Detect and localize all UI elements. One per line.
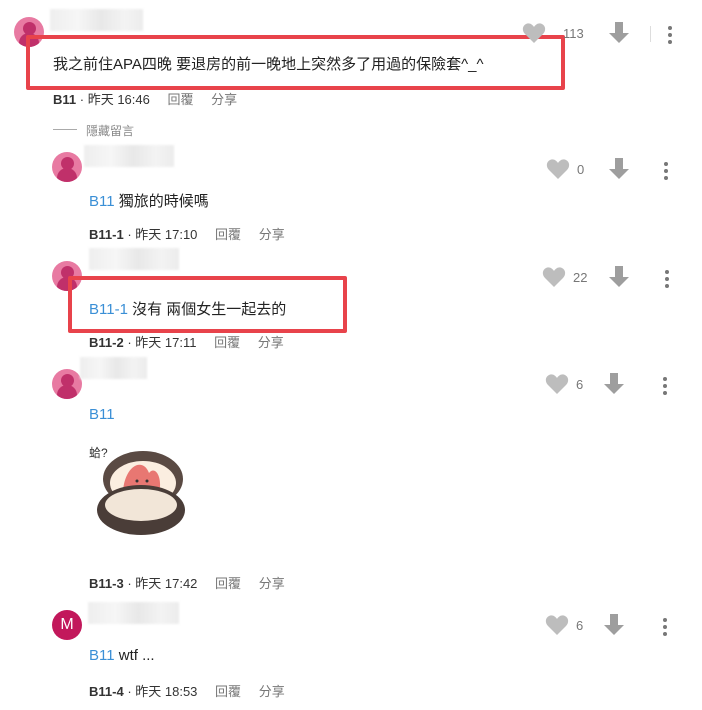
comment-text: B11 獨旅的時候嗎 <box>89 193 209 210</box>
thumbs-down-icon[interactable] <box>608 266 630 288</box>
highlight-box <box>26 35 565 90</box>
floor-label: B11-4 <box>89 684 124 699</box>
share-link[interactable]: 分享 <box>259 227 285 242</box>
username-blurred[interactable] <box>88 602 179 624</box>
share-link[interactable]: 分享 <box>211 92 237 107</box>
reply-link[interactable]: 回覆 <box>167 92 193 107</box>
comment-actions: 22 <box>542 266 702 290</box>
like-count: 0 <box>577 162 585 177</box>
user-avatar-icon[interactable]: M <box>52 610 82 640</box>
comment-actions: 113 <box>522 22 702 46</box>
like-count: 113 <box>563 26 584 41</box>
divider <box>650 26 651 42</box>
timestamp: 昨天 18:53 <box>135 684 198 699</box>
username-blurred[interactable] <box>80 357 147 379</box>
reply-tag[interactable]: B11 <box>89 406 115 423</box>
reply-link[interactable]: 回覆 <box>215 227 241 242</box>
thumbs-down-icon[interactable] <box>608 158 630 180</box>
share-link[interactable]: 分享 <box>259 576 285 591</box>
like-count: 6 <box>576 377 584 392</box>
more-vert-icon[interactable] <box>663 162 669 180</box>
share-link[interactable]: 分享 <box>258 335 284 350</box>
reply-tag[interactable]: B11 <box>89 193 115 210</box>
sticker-text: 蛤? <box>89 446 108 460</box>
thumbs-down-icon[interactable] <box>603 373 625 395</box>
timestamp: 昨天 17:11 <box>135 335 197 350</box>
comment-b11: 我之前住APA四晚 要退房的前一晚地上突然多了用過的保險套^_^ B11 · 昨… <box>0 0 702 110</box>
comment-meta: B11-2 · 昨天 17:11 回覆 分享 <box>89 335 284 350</box>
comment-meta: B11-3 · 昨天 17:42 回覆 分享 <box>89 576 285 591</box>
comment-actions: 6 <box>545 373 702 397</box>
user-avatar-icon[interactable] <box>52 369 82 399</box>
heart-icon[interactable] <box>522 22 546 44</box>
heart-icon[interactable] <box>545 373 569 395</box>
user-avatar-icon[interactable] <box>52 152 82 182</box>
thumbs-down-icon[interactable] <box>603 614 625 636</box>
heart-icon[interactable] <box>542 266 566 288</box>
more-vert-icon[interactable] <box>662 377 668 395</box>
heart-icon[interactable] <box>546 158 570 180</box>
timestamp: 昨天 17:10 <box>135 227 198 242</box>
reply-tag[interactable]: B11 <box>89 647 115 664</box>
more-vert-icon[interactable] <box>662 618 668 636</box>
like-count: 22 <box>573 270 588 285</box>
share-link[interactable]: 分享 <box>259 684 285 699</box>
floor-label: B11-1 <box>89 227 124 242</box>
hidden-divider <box>53 129 77 130</box>
username-blurred[interactable] <box>84 145 174 167</box>
highlight-box <box>68 276 347 333</box>
timestamp: 昨天 16:46 <box>87 92 150 107</box>
comment-meta: B11-1 · 昨天 17:10 回覆 分享 <box>89 227 285 242</box>
comment-meta: B11 · 昨天 16:46 回覆 分享 <box>53 92 238 107</box>
comment-text: B11 <box>89 406 115 423</box>
thumbs-down-icon[interactable] <box>608 22 630 44</box>
clam-sticker: 蛤? <box>89 446 185 535</box>
timestamp: 昨天 17:42 <box>135 576 198 591</box>
reply-link[interactable]: 回覆 <box>215 576 241 591</box>
comment-actions: 6 <box>545 614 702 638</box>
username-blurred[interactable] <box>50 9 143 31</box>
hidden-comments-label[interactable]: 隱藏留言 <box>86 122 134 139</box>
reply-link[interactable]: 回覆 <box>215 684 241 699</box>
comment-meta: B11-4 · 昨天 18:53 回覆 分享 <box>89 684 285 699</box>
floor-label: B11 <box>53 92 77 107</box>
comment-actions: 0 <box>546 158 702 182</box>
heart-icon[interactable] <box>545 614 569 636</box>
floor-label: B11-2 <box>89 335 124 350</box>
reply-link[interactable]: 回覆 <box>214 335 240 350</box>
like-count: 6 <box>576 618 584 633</box>
floor-label: B11-3 <box>89 576 124 591</box>
username-blurred[interactable] <box>89 248 179 270</box>
more-vert-icon[interactable] <box>664 270 670 288</box>
comment-text: B11 wtf ... <box>89 647 155 664</box>
more-vert-icon[interactable] <box>667 26 673 44</box>
